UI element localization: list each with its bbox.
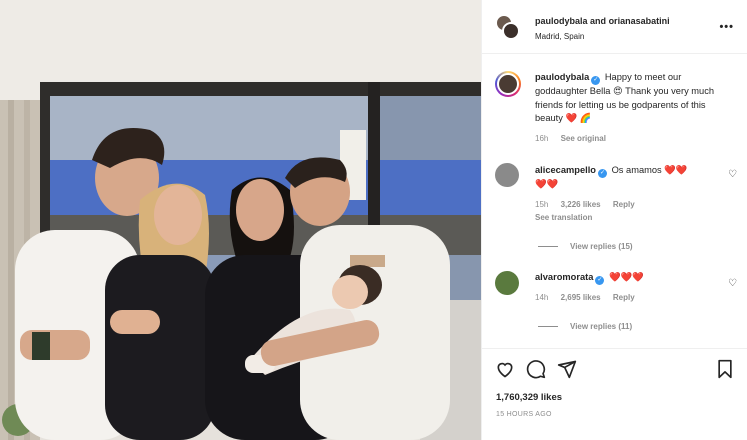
- caption-time: 16h: [535, 134, 549, 143]
- post-location[interactable]: Madrid, Spain: [535, 32, 584, 41]
- comment-alvaromorata: alvaromorata ✓ ❤️❤️❤️: [535, 271, 715, 285]
- reply-button[interactable]: Reply: [613, 293, 635, 302]
- photo-illustration: [0, 0, 481, 440]
- comment-time: 14h: [535, 293, 549, 302]
- comment-body: ❤️❤️❤️: [609, 272, 644, 282]
- author-a-link[interactable]: paulodybala: [535, 16, 588, 26]
- post-authors: paulodybala and orianasabatini: [535, 16, 670, 26]
- comment-username[interactable]: alicecampello: [535, 165, 596, 175]
- caption-emoji: ❤️ 🌈: [565, 113, 592, 123]
- verified-badge-icon: ✓: [597, 169, 607, 178]
- post-side-panel: paulodybala and orianasabatini Madrid, S…: [481, 0, 747, 440]
- verified-badge-icon: ✓: [591, 76, 601, 85]
- avatar-user-b[interactable]: [502, 22, 520, 40]
- bookmark-icon[interactable]: [715, 359, 735, 379]
- comment-body-line-2: ❤️❤️: [535, 179, 559, 189]
- comment-username[interactable]: alvaromorata: [535, 272, 593, 282]
- caption-username[interactable]: paulodybala: [535, 72, 589, 82]
- comment-alicecampello: alicecampello ✓ Os amamos ❤️❤️ ❤️❤️: [535, 164, 715, 192]
- post-header: paulodybala and orianasabatini Madrid, S…: [482, 0, 747, 54]
- caption-meta: 16h See original: [535, 134, 606, 143]
- comment-body: Os amamos ❤️❤️: [611, 165, 688, 175]
- post-actions: 1,760,329 likes 15 HOURS AGO: [482, 348, 747, 440]
- comment-like-heart-icon[interactable]: ♡: [728, 278, 737, 289]
- verified-badge-icon: ✓: [595, 276, 605, 285]
- comment-icon[interactable]: [526, 359, 546, 379]
- posted-time: 15 HOURS AGO: [496, 411, 552, 418]
- see-original-link[interactable]: See original: [561, 134, 606, 143]
- comment-time: 15h: [535, 200, 549, 209]
- paper-plane-icon[interactable]: [557, 359, 577, 379]
- comment-meta: 15h 3,226 likes Reply: [535, 200, 635, 209]
- reply-button[interactable]: Reply: [613, 200, 635, 209]
- comment-avatar-alvaromorata[interactable]: [495, 271, 519, 295]
- author-b-link[interactable]: orianasabatini: [609, 16, 670, 26]
- more-options-icon[interactable]: •••: [719, 21, 734, 33]
- view-replies-button[interactable]: View replies (15): [538, 242, 633, 251]
- author-joiner: and: [590, 16, 607, 26]
- caption-avatar[interactable]: [495, 71, 521, 97]
- see-translation-link[interactable]: See translation: [535, 213, 592, 222]
- heart-icon[interactable]: [495, 359, 515, 379]
- post-photo[interactable]: [0, 0, 481, 440]
- comment-likes[interactable]: 3,226 likes: [561, 200, 601, 209]
- comment-avatar-alicecampello[interactable]: [495, 163, 519, 187]
- view-replies-button[interactable]: View replies (11): [538, 322, 632, 331]
- likes-count[interactable]: 1,760,329 likes: [496, 392, 562, 403]
- comment-meta: 14h 2,695 likes Reply: [535, 293, 635, 302]
- comment-likes[interactable]: 2,695 likes: [561, 293, 601, 302]
- caption-text: paulodybala ✓ Happy to meet our goddaught…: [535, 71, 735, 126]
- comment-like-heart-icon[interactable]: ♡: [728, 169, 737, 180]
